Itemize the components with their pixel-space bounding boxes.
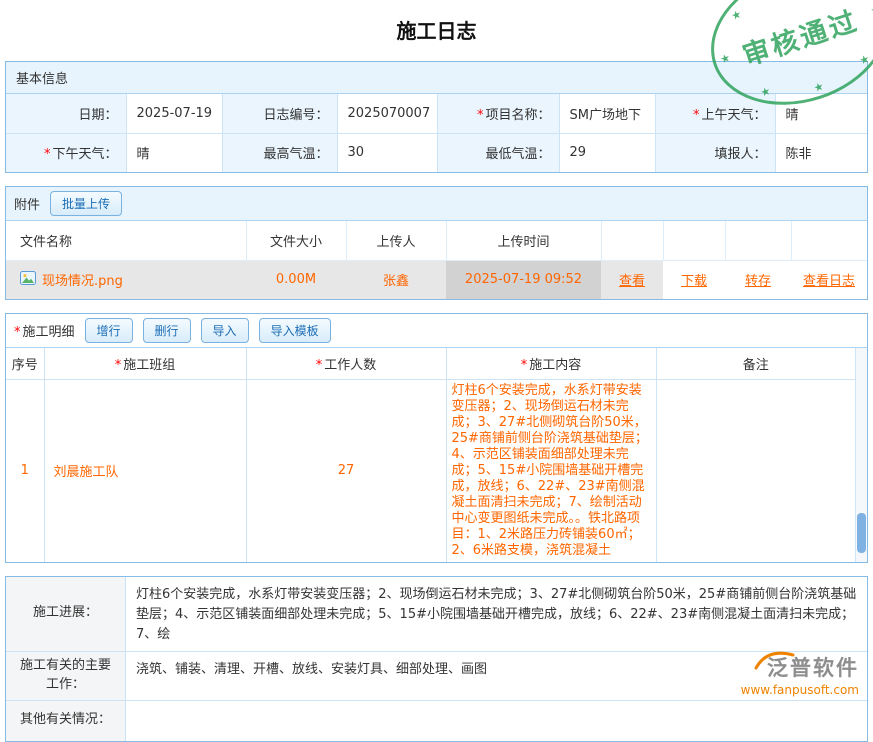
field-label-log-number: 日志编号：: [222, 94, 337, 133]
file-size: 0.00M: [246, 260, 346, 299]
content-cell[interactable]: 灯柱6个安装完成，水系灯带安装变压器；2、现场倒运石材未完成；3、27#北侧砌筑…: [446, 379, 656, 562]
basic-info-section: 基本信息 日期： 2025-07-19 日志编号： 2025070007 *项目…: [5, 61, 868, 173]
attachments-title: 附件: [14, 194, 40, 213]
field-value-log-number: 2025070007: [337, 94, 437, 133]
other-info-value: [126, 701, 867, 741]
remark-cell[interactable]: [656, 379, 855, 562]
detail-scrollbar-thumb[interactable]: [857, 513, 866, 553]
field-value-min-temp: 29: [559, 133, 655, 172]
team-cell[interactable]: 刘晨施工队: [44, 379, 246, 562]
add-row-button[interactable]: 增行: [85, 318, 133, 343]
field-value-max-temp: 30: [337, 133, 437, 172]
vendor-url: www.fanpusoft.com: [741, 683, 859, 697]
field-label-morning-weather: *上午天气：: [655, 94, 775, 133]
summary-row-main-work: 施工有关的主要工作： 浇筑、铺装、清理、开槽、放线、安装灯具、细部处理、画图: [6, 652, 867, 701]
detail-section-title: *施工明细: [14, 321, 75, 340]
field-label-reporter: 填报人：: [655, 133, 775, 172]
section-title-basic-info: 基本信息: [6, 62, 867, 94]
field-value-date: 2025-07-19: [126, 94, 222, 133]
save-as-link[interactable]: 转存: [745, 274, 771, 289]
field-value-morning-weather: 晴: [775, 94, 867, 133]
detail-scrollbar[interactable]: [855, 348, 867, 562]
other-info-label: 其他有关情况：: [6, 701, 126, 741]
field-label-project-name: *项目名称：: [437, 94, 559, 133]
col-uploader: 上传人: [346, 221, 446, 260]
row-index: 1: [6, 379, 44, 562]
col-action: [791, 221, 867, 260]
view-log-link[interactable]: 查看日志: [803, 274, 855, 289]
detail-row: 1 刘晨施工队 27 灯柱6个安装完成，水系灯带安装变压器；2、现场倒运石材未完…: [6, 379, 855, 562]
delete-row-button[interactable]: 删行: [143, 318, 191, 343]
view-link[interactable]: 查看: [619, 274, 645, 289]
col-workers: *工作人数: [246, 348, 446, 379]
field-label-afternoon-weather: *下午天气：: [6, 133, 126, 172]
required-mark: *: [14, 325, 21, 340]
required-mark: *: [316, 358, 323, 373]
col-content: *施工内容: [446, 348, 656, 379]
construction-detail-section: *施工明细 增行 删行 导入 导入模板 序号 *施工班组 *工作人数 *施工内容…: [5, 313, 868, 563]
import-button[interactable]: 导入: [201, 318, 249, 343]
col-file-size: 文件大小: [246, 221, 346, 260]
progress-label: 施工进展：: [6, 577, 126, 651]
field-label-date: 日期：: [6, 94, 126, 133]
col-action: [601, 221, 663, 260]
required-mark: *: [115, 358, 122, 373]
attachment-row: 现场情况.png 0.00M 张鑫 2025-07-19 09:52 查看 下载…: [6, 260, 867, 299]
col-action: [725, 221, 791, 260]
page-title: 施工日志: [0, 0, 873, 61]
import-template-button[interactable]: 导入模板: [259, 318, 331, 343]
file-upload-time: 2025-07-19 09:52: [446, 260, 601, 299]
attachments-toolbar: 附件 批量上传: [6, 187, 867, 221]
attachments-table: 文件名称 文件大小 上传人 上传时间 现场情况.p: [6, 221, 867, 299]
col-remark: 备注: [656, 348, 855, 379]
main-work-label: 施工有关的主要工作：: [6, 652, 126, 700]
col-file-name: 文件名称: [6, 221, 246, 260]
progress-value: 灯柱6个安装完成，水系灯带安装变压器；2、现场倒运石材未完成；3、27#北侧砌筑…: [126, 577, 867, 651]
basic-info-table: 日期： 2025-07-19 日志编号： 2025070007 *项目名称： S…: [6, 94, 867, 172]
detail-toolbar: *施工明细 增行 删行 导入 导入模板: [6, 314, 867, 348]
required-mark: *: [44, 147, 51, 162]
image-file-icon: [20, 270, 36, 290]
batch-upload-button[interactable]: 批量上传: [50, 191, 122, 216]
vendor-logo: 泛普软件 www.fanpusoft.com: [741, 652, 859, 697]
field-label-min-temp: 最低气温：: [437, 133, 559, 172]
file-name-link[interactable]: 现场情况.png: [42, 270, 123, 289]
download-link[interactable]: 下载: [681, 274, 707, 289]
col-upload-time: 上传时间: [446, 221, 601, 260]
workers-cell[interactable]: 27: [246, 379, 446, 562]
required-mark: *: [521, 358, 528, 373]
col-team: *施工班组: [44, 348, 246, 379]
required-mark: *: [477, 108, 484, 123]
summary-row-other: 其他有关情况：: [6, 701, 867, 741]
summary-row-progress: 施工进展： 灯柱6个安装完成，水系灯带安装变压器；2、现场倒运石材未完成；3、2…: [6, 577, 867, 652]
summary-section: 施工进展： 灯柱6个安装完成，水系灯带安装变压器；2、现场倒运石材未完成；3、2…: [5, 576, 868, 742]
attachments-section: 附件 批量上传 文件名称 文件大小 上传人 上传时间: [5, 186, 868, 300]
col-action: [663, 221, 725, 260]
detail-table: 序号 *施工班组 *工作人数 *施工内容 备注 1 刘晨施工队 27 灯柱6个安…: [6, 348, 855, 562]
field-label-max-temp: 最高气温：: [222, 133, 337, 172]
file-uploader: 张鑫: [346, 260, 446, 299]
logo-swoosh-icon: [753, 646, 795, 674]
field-value-project-name: SM广场地下: [559, 94, 655, 133]
required-mark: *: [693, 108, 700, 123]
col-index: 序号: [6, 348, 44, 379]
field-value-afternoon-weather: 晴: [126, 133, 222, 172]
field-value-reporter: 陈非: [775, 133, 867, 172]
